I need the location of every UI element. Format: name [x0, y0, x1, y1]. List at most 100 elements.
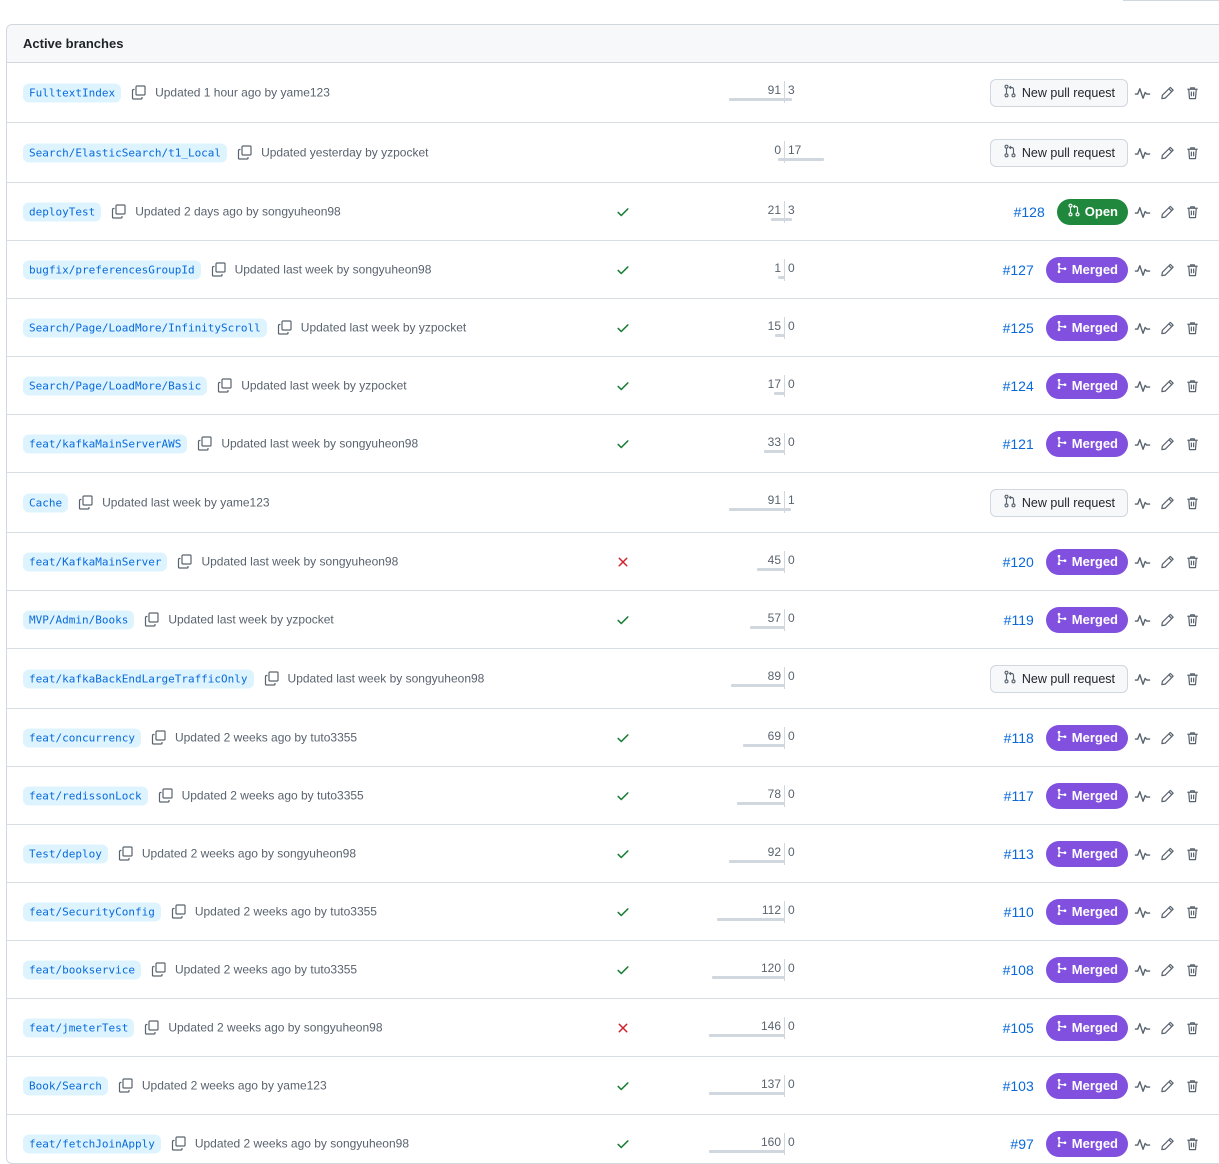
- pull-request-number-link[interactable]: #108: [1003, 962, 1034, 978]
- branch-name-link[interactable]: feat/kafkaMainServerAWS: [23, 434, 188, 453]
- copy-icon[interactable]: [131, 85, 147, 101]
- pull-request-number-link[interactable]: #110: [1004, 904, 1034, 920]
- check-success-icon[interactable]: [615, 612, 631, 628]
- copy-icon[interactable]: [277, 320, 293, 336]
- pencil-icon[interactable]: [1159, 729, 1176, 746]
- pencil-icon[interactable]: [1159, 611, 1176, 628]
- pencil-icon[interactable]: [1159, 1135, 1176, 1152]
- pencil-icon[interactable]: [1159, 961, 1176, 978]
- copy-icon[interactable]: [197, 436, 213, 452]
- trash-icon[interactable]: [1184, 553, 1201, 570]
- merged-badge[interactable]: Merged: [1045, 782, 1128, 809]
- activity-icon[interactable]: [1134, 1077, 1151, 1094]
- pull-request-number-link[interactable]: #128: [1014, 204, 1045, 220]
- activity-icon[interactable]: [1134, 319, 1151, 336]
- trash-icon[interactable]: [1184, 144, 1201, 161]
- activity-icon[interactable]: [1134, 787, 1151, 804]
- activity-icon[interactable]: [1134, 261, 1151, 278]
- new-pull-request-button[interactable]: New pull request: [989, 488, 1128, 517]
- merged-badge[interactable]: Merged: [1045, 724, 1128, 751]
- copy-icon[interactable]: [151, 730, 167, 746]
- activity-icon[interactable]: [1134, 144, 1151, 161]
- check-success-icon[interactable]: [615, 436, 631, 452]
- merged-badge[interactable]: Merged: [1045, 1072, 1128, 1099]
- trash-icon[interactable]: [1184, 845, 1201, 862]
- branch-name-link[interactable]: Search/Page/LoadMore/Basic: [23, 376, 208, 395]
- trash-icon[interactable]: [1184, 261, 1201, 278]
- pencil-icon[interactable]: [1159, 494, 1176, 511]
- activity-icon[interactable]: [1134, 203, 1151, 220]
- new-pull-request-button[interactable]: New pull request: [989, 138, 1128, 167]
- copy-icon[interactable]: [217, 378, 233, 394]
- copy-icon[interactable]: [264, 671, 280, 687]
- new-pull-request-button[interactable]: New pull request: [989, 664, 1128, 693]
- activity-icon[interactable]: [1134, 961, 1151, 978]
- copy-icon[interactable]: [237, 145, 253, 161]
- pencil-icon[interactable]: [1159, 144, 1176, 161]
- branch-name-link[interactable]: Book/Search: [23, 1076, 108, 1095]
- trash-icon[interactable]: [1184, 377, 1201, 394]
- branch-name-link[interactable]: feat/concurrency: [23, 728, 141, 747]
- pull-request-number-link[interactable]: #127: [1003, 262, 1034, 278]
- trash-icon[interactable]: [1184, 787, 1201, 804]
- copy-icon[interactable]: [171, 1136, 187, 1152]
- activity-icon[interactable]: [1134, 377, 1151, 394]
- pencil-icon[interactable]: [1159, 84, 1176, 101]
- check-success-icon[interactable]: [615, 262, 631, 278]
- pencil-icon[interactable]: [1159, 319, 1176, 336]
- copy-icon[interactable]: [118, 1078, 134, 1094]
- pull-request-number-link[interactable]: #97: [1010, 1136, 1033, 1152]
- merged-badge[interactable]: Merged: [1045, 430, 1128, 457]
- activity-icon[interactable]: [1134, 1135, 1151, 1152]
- merged-badge[interactable]: Merged: [1045, 256, 1128, 283]
- pull-request-number-link[interactable]: #120: [1003, 554, 1034, 570]
- copy-icon[interactable]: [151, 962, 167, 978]
- copy-icon[interactable]: [78, 495, 94, 511]
- check-success-icon[interactable]: [615, 904, 631, 920]
- check-success-icon[interactable]: [615, 378, 631, 394]
- merged-badge[interactable]: Merged: [1045, 898, 1128, 925]
- merged-badge[interactable]: Merged: [1045, 956, 1128, 983]
- trash-icon[interactable]: [1184, 494, 1201, 511]
- merged-badge[interactable]: Merged: [1045, 372, 1128, 399]
- activity-icon[interactable]: [1134, 903, 1151, 920]
- trash-icon[interactable]: [1184, 319, 1201, 336]
- pencil-icon[interactable]: [1159, 845, 1176, 862]
- merged-badge[interactable]: Merged: [1045, 1014, 1128, 1041]
- pencil-icon[interactable]: [1159, 903, 1176, 920]
- branch-name-link[interactable]: feat/SecurityConfig: [23, 902, 161, 921]
- trash-icon[interactable]: [1184, 903, 1201, 920]
- trash-icon[interactable]: [1184, 611, 1201, 628]
- check-success-icon[interactable]: [615, 962, 631, 978]
- copy-icon[interactable]: [158, 788, 174, 804]
- pencil-icon[interactable]: [1159, 377, 1176, 394]
- check-success-icon[interactable]: [615, 788, 631, 804]
- merged-badge[interactable]: Merged: [1045, 606, 1128, 633]
- activity-icon[interactable]: [1134, 729, 1151, 746]
- pencil-icon[interactable]: [1159, 261, 1176, 278]
- check-success-icon[interactable]: [615, 1136, 631, 1152]
- check-success-icon[interactable]: [615, 846, 631, 862]
- copy-icon[interactable]: [177, 554, 193, 570]
- open-badge[interactable]: Open: [1056, 198, 1128, 225]
- trash-icon[interactable]: [1184, 729, 1201, 746]
- check-success-icon[interactable]: [615, 1078, 631, 1094]
- branch-name-link[interactable]: feat/kafkaBackEndLargeTrafficOnly: [23, 669, 254, 688]
- pull-request-number-link[interactable]: #119: [1004, 612, 1034, 628]
- pull-request-number-link[interactable]: #117: [1004, 788, 1034, 804]
- pencil-icon[interactable]: [1159, 787, 1176, 804]
- activity-icon[interactable]: [1134, 84, 1151, 101]
- pull-request-number-link[interactable]: #103: [1003, 1078, 1034, 1094]
- check-success-icon[interactable]: [615, 730, 631, 746]
- copy-icon[interactable]: [144, 1020, 160, 1036]
- trash-icon[interactable]: [1184, 1077, 1201, 1094]
- pull-request-number-link[interactable]: #105: [1003, 1020, 1034, 1036]
- branch-name-link[interactable]: FulltextIndex: [23, 83, 122, 102]
- copy-icon[interactable]: [118, 846, 134, 862]
- activity-icon[interactable]: [1134, 611, 1151, 628]
- branch-name-link[interactable]: feat/redissonLock: [23, 786, 148, 805]
- trash-icon[interactable]: [1184, 203, 1201, 220]
- merged-badge[interactable]: Merged: [1045, 314, 1128, 341]
- activity-icon[interactable]: [1134, 494, 1151, 511]
- trash-icon[interactable]: [1184, 961, 1201, 978]
